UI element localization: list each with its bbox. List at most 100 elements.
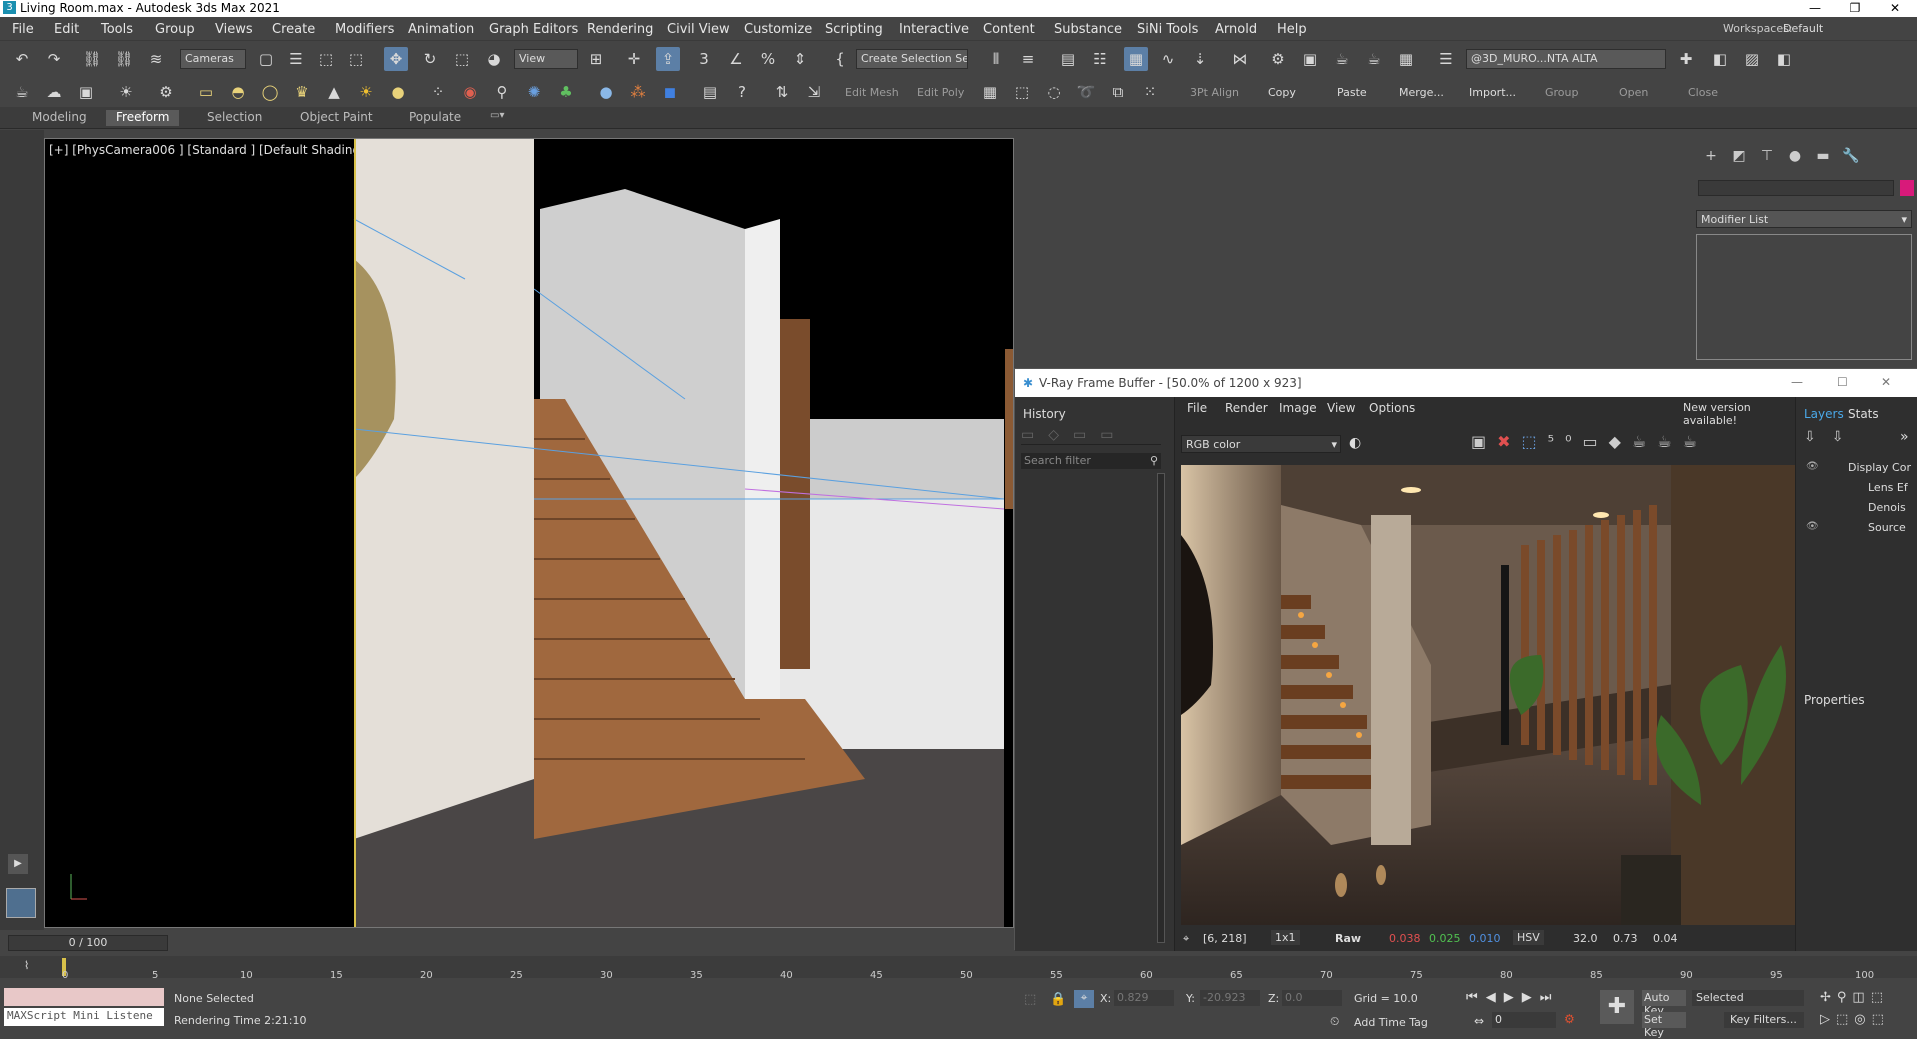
layer-denoiser[interactable]: Denois [1868, 501, 1906, 514]
viewport-nav-icons[interactable]: ✢⚲◫⬚ [1820, 990, 1889, 1005]
spinner-snap-icon[interactable]: ⇕ [788, 47, 812, 71]
mirror-icon[interactable]: ⫴ [984, 47, 1008, 71]
merge-label[interactable]: Merge... [1399, 86, 1444, 99]
select-layer-icon[interactable]: ▨ [1740, 47, 1764, 71]
layers-toolbar-icons[interactable]: ⇩⇩ [1804, 429, 1859, 445]
percent-snap-icon[interactable]: % [756, 47, 780, 71]
close-label[interactable]: Close [1688, 86, 1718, 99]
menu-tools[interactable]: Tools [101, 22, 133, 37]
menu-graph-editors[interactable]: Graph Editors [489, 22, 578, 37]
proxy-icon[interactable]: ⁘ [426, 80, 450, 104]
z-coordinate-field[interactable]: 0.0 [1282, 990, 1342, 1006]
ribbon-options-icon[interactable]: ▭▾ [480, 110, 514, 126]
tab-freeform[interactable]: Freeform [106, 110, 180, 126]
angle-snap-icon[interactable]: ∠ [724, 47, 748, 71]
set-key-button[interactable]: Set Key [1642, 1012, 1686, 1039]
auto-key-button[interactable]: Auto Key [1642, 990, 1686, 1017]
tab-layers[interactable]: Layers [1804, 407, 1844, 421]
expand-icon[interactable]: ▶ [8, 854, 28, 874]
menu-group[interactable]: Group [155, 22, 195, 37]
menu-customize[interactable]: Customize [744, 22, 812, 37]
pivot-center-icon[interactable]: ⊞ [584, 47, 608, 71]
display-tab-icon[interactable]: ▬ [1810, 148, 1836, 168]
utilities-tab-icon[interactable]: 🔧 [1838, 148, 1864, 168]
edit-icon[interactable]: ⇲ [802, 80, 826, 104]
rendered-image[interactable] [1181, 465, 1797, 925]
vfb-maximize-icon[interactable]: ☐ [1837, 375, 1848, 389]
history-scrollbar[interactable] [1157, 473, 1165, 943]
frame-icon[interactable]: ⬚ [1010, 80, 1034, 104]
channel-dropdown[interactable]: RGB color ▾ [1181, 435, 1341, 453]
settings-icon[interactable]: ⚙ [154, 80, 178, 104]
y-coordinate-field[interactable]: -20.923 [1200, 990, 1260, 1006]
vfb-close-icon[interactable]: ✕ [1881, 375, 1891, 389]
material-editor-icon[interactable]: ⋈ [1228, 47, 1252, 71]
image-icon[interactable]: ▣ [74, 80, 98, 104]
align-icon[interactable]: ≡ [1016, 47, 1040, 71]
vfb-minimize-icon[interactable]: — [1791, 375, 1803, 389]
ies-light-icon[interactable]: ▲ [322, 80, 346, 104]
layer-display-correction[interactable]: Display Cor [1848, 461, 1911, 474]
tab-object-paint[interactable]: Object Paint [290, 110, 383, 126]
layers-icon[interactable]: ◧ [1772, 47, 1796, 71]
edit-mesh-label[interactable]: Edit Mesh [845, 86, 899, 99]
open-label[interactable]: Open [1619, 86, 1648, 99]
new-version-notice[interactable]: New version available! [1683, 401, 1805, 427]
vray-plant-icon[interactable]: ♣ [554, 80, 578, 104]
tab-modeling[interactable]: Modeling [22, 110, 97, 126]
time-tag-icon[interactable]: ⏲ [1330, 1014, 1339, 1029]
schematic-view-icon[interactable]: ⇣ [1188, 47, 1212, 71]
bind-spacewarp-icon[interactable]: ≋ [144, 47, 168, 71]
object-name-field[interactable] [1698, 180, 1894, 196]
menu-sini-tools[interactable]: SiNi Tools [1137, 22, 1198, 37]
sphere-icon[interactable]: ● [594, 80, 618, 104]
plane-light-icon[interactable]: ▭ [194, 80, 218, 104]
render-iterative-icon[interactable]: ☕ [1362, 47, 1386, 71]
edit-poly-label[interactable]: Edit Poly [917, 86, 964, 99]
redo-icon[interactable]: ↷ [42, 47, 66, 71]
lasso-icon[interactable]: ➰ [1074, 80, 1098, 104]
render-setup-icon[interactable]: ⚙ [1266, 47, 1290, 71]
stack-icon[interactable]: ◧ [1708, 47, 1732, 71]
material-icon[interactable]: ◼ [658, 80, 682, 104]
vfb-menu-file[interactable]: File [1187, 401, 1207, 415]
menu-animation[interactable]: Animation [408, 22, 474, 37]
vfb-menu-image[interactable]: Image [1279, 401, 1317, 415]
time-slider[interactable]: 0 / 100 [8, 935, 168, 951]
teapot-icon[interactable]: ☕ [10, 80, 34, 104]
curve-icon[interactable]: ⌇ [24, 959, 29, 972]
select-manipulate-icon[interactable]: ✛ [622, 47, 646, 71]
search-icon[interactable]: ⚲ [1150, 454, 1158, 467]
circle-select-icon[interactable]: ◌ [1042, 80, 1066, 104]
menu-file[interactable]: File [12, 22, 34, 37]
workspace-select[interactable]: Default [1783, 22, 1903, 35]
key-mode-dropdown[interactable]: Selected [1692, 990, 1804, 1006]
sun-icon[interactable]: ☀ [354, 80, 378, 104]
modifier-list-dropdown[interactable]: Modifier List ▾ [1696, 210, 1912, 228]
playback-controls[interactable]: ⏮◀▶▶⏭ [1466, 990, 1559, 1005]
layer-lens-effects[interactable]: Lens Ef [1868, 481, 1908, 494]
maxscript-input[interactable]: MAXScript Mini Listene [4, 1008, 164, 1026]
menu-rendering[interactable]: Rendering [587, 22, 653, 37]
cloud-icon[interactable]: ☁ [42, 80, 66, 104]
x-coordinate-field[interactable]: 0.829 [1114, 990, 1174, 1006]
menu-interactive[interactable]: Interactive [899, 22, 969, 37]
modifier-stack[interactable] [1696, 234, 1912, 360]
stack-tool-icon[interactable]: ⧉ [1106, 80, 1130, 104]
modify-tab-icon[interactable]: ◩ [1726, 148, 1752, 168]
layer-manager-icon[interactable]: ☰ [1434, 47, 1458, 71]
vray-plane-icon[interactable]: ✺ [522, 80, 546, 104]
select-scale-icon[interactable]: ⬚ [450, 47, 474, 71]
keyboard-shortcut-icon[interactable]: ⇪ [656, 47, 680, 71]
set-key-big-icon[interactable]: ✚ [1600, 990, 1634, 1024]
help-icon[interactable]: ? [730, 80, 754, 104]
history-search[interactable]: Search filter ⚲ [1021, 453, 1161, 469]
array-icon[interactable]: ⁙ [1138, 80, 1162, 104]
snaps-toggle-icon[interactable]: 3 [692, 47, 716, 71]
minimize-icon[interactable]: — [1795, 0, 1835, 17]
unlink-icon[interactable]: ⛓ [112, 47, 136, 71]
motion-tab-icon[interactable]: ● [1782, 148, 1808, 168]
color-mode-dropdown[interactable]: HSV [1513, 930, 1544, 945]
menu-edit[interactable]: Edit [54, 22, 79, 37]
absolute-mode-icon[interactable]: ⌖ [1074, 990, 1094, 1008]
